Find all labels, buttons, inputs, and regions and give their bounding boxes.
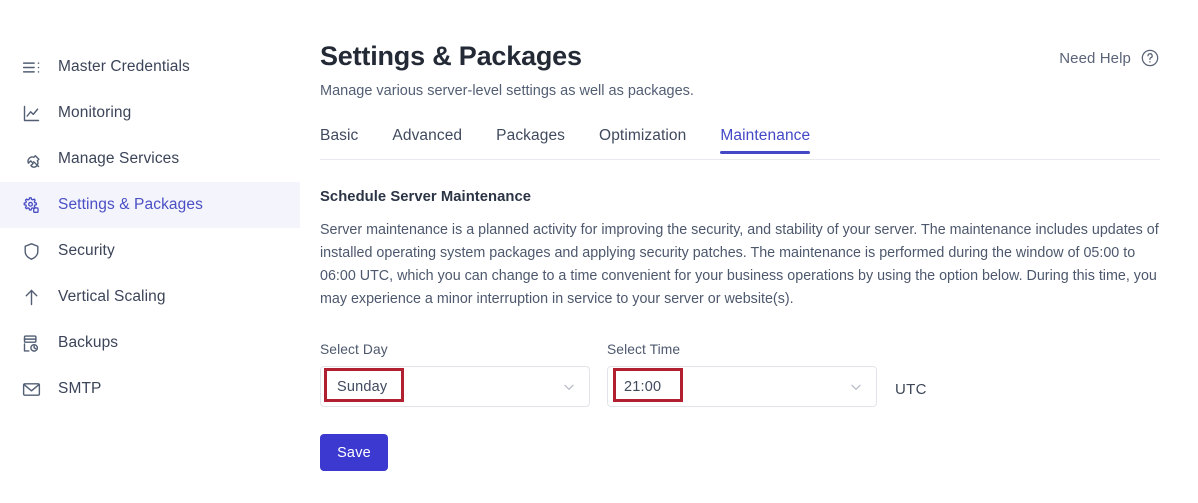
tabs-divider [320, 159, 1160, 160]
shield-icon [20, 240, 42, 262]
chevron-down-icon [848, 379, 864, 395]
envelope-icon [20, 378, 42, 400]
save-button[interactable]: Save [320, 434, 388, 471]
wrench-icon [20, 148, 42, 170]
select-time-value: 21:00 [624, 379, 848, 395]
maintenance-form: Select Day Sunday Select Time 21:00 [320, 342, 1198, 407]
select-day-value: Sunday [337, 379, 561, 395]
select-day-field: Select Day Sunday [320, 342, 590, 407]
sidebar-item-label: Settings & Packages [58, 196, 203, 214]
need-help-button[interactable]: Need Help [1059, 48, 1160, 68]
sidebar-item-vertical-scaling[interactable]: Vertical Scaling [0, 274, 300, 320]
gear-icon [20, 194, 42, 216]
tab-advanced[interactable]: Advanced [392, 127, 462, 154]
sidebar-item-label: Backups [58, 334, 118, 352]
tabs-container: Basic Advanced Packages Optimization Mai… [320, 127, 1198, 160]
timezone-label: UTC [895, 381, 927, 407]
main-content: Settings & Packages Manage various serve… [320, 0, 1198, 503]
sidebar-item-smtp[interactable]: SMTP [0, 366, 300, 412]
sidebar-item-label: SMTP [58, 380, 101, 398]
chart-line-icon [20, 102, 42, 124]
tab-maintenance[interactable]: Maintenance [720, 127, 810, 154]
backup-restore-icon [20, 332, 42, 354]
select-day-dropdown[interactable]: Sunday [320, 366, 590, 407]
tab-basic[interactable]: Basic [320, 127, 358, 154]
sidebar-item-label: Vertical Scaling [58, 288, 166, 306]
sidebar-item-backups[interactable]: Backups [0, 320, 300, 366]
tab-packages[interactable]: Packages [496, 127, 565, 154]
section-heading: Schedule Server Maintenance [320, 189, 1198, 205]
sidebar-item-label: Master Credentials [58, 58, 190, 76]
sidebar-item-master-credentials[interactable]: Master Credentials [0, 44, 300, 90]
sidebar-item-manage-services[interactable]: Manage Services [0, 136, 300, 182]
sidebar-item-label: Monitoring [58, 104, 131, 122]
arrow-up-icon [20, 286, 42, 308]
sidebar-item-label: Manage Services [58, 150, 179, 168]
select-day-label: Select Day [320, 342, 590, 357]
tab-optimization[interactable]: Optimization [599, 127, 686, 154]
list-lines-icon [20, 56, 42, 78]
tabs: Basic Advanced Packages Optimization Mai… [320, 127, 1198, 160]
sidebar-item-security[interactable]: Security [0, 228, 300, 274]
sidebar: Master Credentials Monitoring Manage Ser… [0, 0, 300, 503]
select-time-dropdown[interactable]: 21:00 [607, 366, 877, 407]
select-time-field: Select Time 21:00 [607, 342, 877, 407]
page-header: Settings & Packages Manage various serve… [320, 0, 1198, 101]
page-subtitle: Manage various server-level settings as … [320, 82, 1198, 101]
question-circle-icon [1140, 48, 1160, 68]
section-description: Server maintenance is a planned activity… [320, 219, 1163, 312]
need-help-label: Need Help [1059, 50, 1131, 67]
select-time-label: Select Time [607, 342, 877, 357]
chevron-down-icon [561, 379, 577, 395]
sidebar-item-monitoring[interactable]: Monitoring [0, 90, 300, 136]
sidebar-item-label: Security [58, 242, 115, 260]
sidebar-item-settings-packages[interactable]: Settings & Packages [0, 182, 300, 228]
